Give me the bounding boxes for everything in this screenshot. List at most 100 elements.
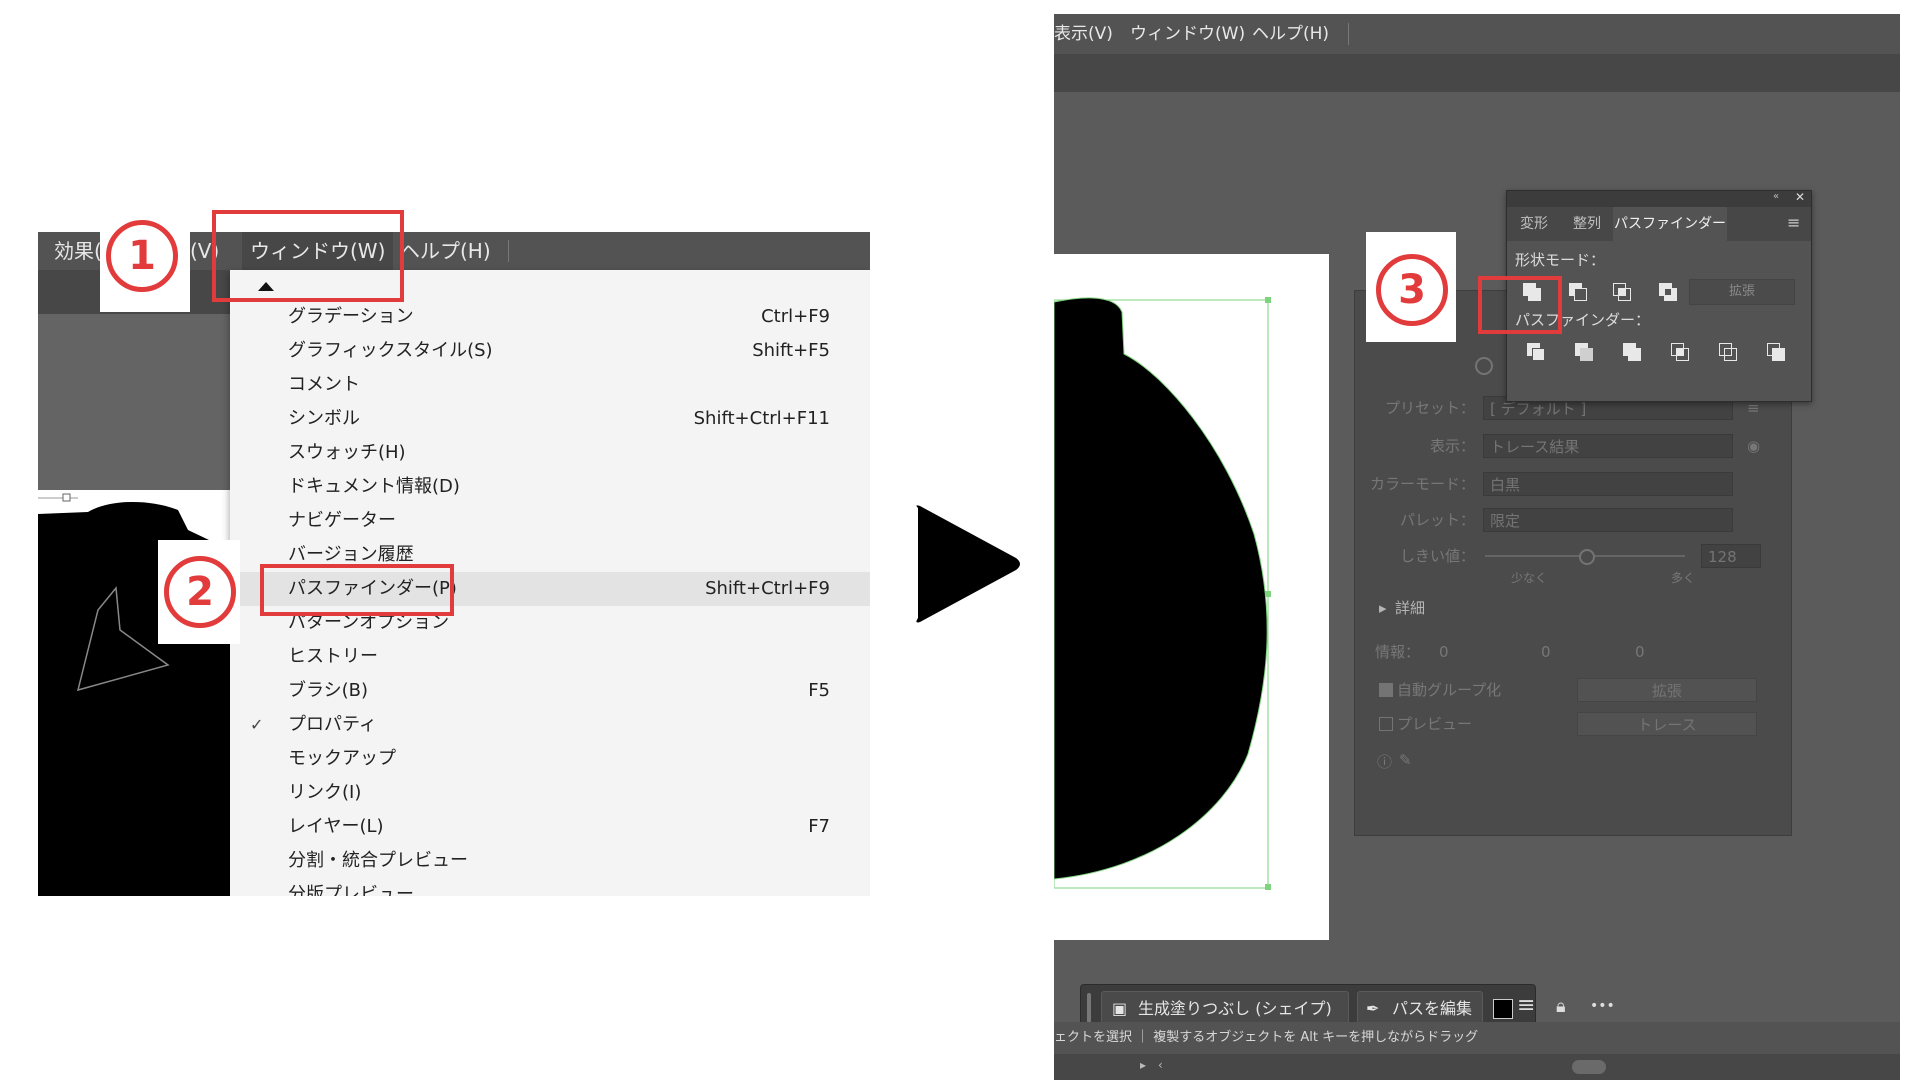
eye-icon[interactable]: ◉ [1747, 431, 1760, 461]
menu-item-label: シンボル [288, 408, 360, 429]
palette-row: パレット： 限定 [1355, 505, 1791, 535]
stroke-menu-icon[interactable]: ≡ [1517, 993, 1535, 1018]
unite-button-highlight-box [1478, 276, 1562, 334]
trace-icon [1475, 357, 1493, 375]
tab-pathfinder[interactable]: パスファインダー [1613, 207, 1727, 241]
panel-titlebar: « ✕ [1507, 190, 1811, 207]
scrollbar-thumb[interactable] [1572, 1060, 1606, 1074]
step-2-badge: 2 [164, 556, 236, 628]
menu-item[interactable]: ✓ プロパティ [230, 708, 870, 742]
collapse-icon[interactable]: « [1773, 191, 1779, 202]
preview-row: プレビュー トレース [1355, 709, 1791, 739]
menu-item[interactable]: スウォッチ(H) [230, 436, 870, 470]
more-options-icon[interactable]: ••• [1590, 998, 1615, 1014]
info-label: 情報： [1375, 643, 1421, 661]
menu-help[interactable]: ヘルプ(H) [400, 232, 491, 270]
threshold-label: しきい値： [1399, 547, 1475, 565]
menu-item[interactable]: 分版プレビュー [230, 878, 870, 896]
exclude-icon[interactable] [1657, 281, 1679, 303]
control-bar [1054, 54, 1900, 92]
trace-expand-button[interactable]: 拡張 [1577, 678, 1757, 702]
menu-item[interactable]: グラデーション Ctrl+F9 [230, 300, 870, 334]
menu-help[interactable]: ヘルプ(H) [1252, 14, 1329, 54]
menu-item[interactable]: ブラシ(B) F5 [230, 674, 870, 708]
menu-item[interactable]: リンク(I) [230, 776, 870, 810]
auto-group-checkbox[interactable] [1379, 683, 1393, 697]
generative-fill-button[interactable]: ▣ 生成塗りつぶし (シェイプ) [1101, 991, 1349, 1025]
preset-label: プリセット： [1384, 399, 1475, 417]
checkmark-icon: ✓ [250, 715, 264, 734]
menu-item[interactable]: モックアップ [230, 742, 870, 776]
menu-item-shortcut: F5 [808, 680, 830, 701]
palette-select[interactable]: 限定 [1483, 508, 1733, 532]
menu-item[interactable]: グラフィックスタイル(S) Shift+F5 [230, 334, 870, 368]
trace-button[interactable]: トレース [1577, 712, 1757, 736]
merge-icon[interactable] [1621, 341, 1643, 363]
edit-path-button[interactable]: ✒ パスを編集 [1357, 991, 1483, 1025]
preview-checkbox[interactable] [1379, 717, 1393, 731]
step-3-badge: 3 [1376, 254, 1448, 326]
disclosure-triangle-icon[interactable]: ▸ [1379, 593, 1387, 623]
next-step-arrow-icon [916, 505, 1020, 623]
menu-item-label: モックアップ [288, 748, 396, 769]
details-row[interactable]: ▸ 詳細 [1355, 593, 1791, 623]
drag-handle[interactable] [1087, 993, 1091, 1023]
merged-silhouette [1054, 297, 1271, 890]
threshold-slider-thumb[interactable] [1579, 549, 1595, 565]
paths-count: 0 [1439, 643, 1449, 661]
color-mode-select[interactable]: 白黒 [1483, 472, 1733, 496]
panel-menu-icon[interactable]: ≡ [1787, 213, 1800, 232]
tab-align[interactable]: 整列 [1561, 207, 1613, 241]
crop-icon[interactable] [1669, 341, 1691, 363]
intersect-icon[interactable] [1611, 281, 1633, 303]
menu-bar: 表示(V) ウィンドウ(W) ヘルプ(H) [1054, 14, 1900, 54]
threshold-row: しきい値： 128 [1355, 541, 1791, 571]
step-1-badge: 1 [106, 220, 178, 292]
view-select[interactable]: トレース結果 [1483, 434, 1733, 458]
status-bar: ェクトを選択 ｜ 複製するオブジェクトを Alt キーを押しながらドラッグ [1054, 1022, 1900, 1054]
menu-effect[interactable]: 効果( [54, 232, 102, 270]
lock-icon[interactable]: 🔒︎ [1556, 996, 1566, 1017]
menu-item[interactable]: レイヤー(L) F7 [230, 810, 870, 844]
trim-icon[interactable] [1573, 341, 1595, 363]
menu-item-shortcut: Shift+Ctrl+F9 [705, 578, 830, 599]
play-icon[interactable]: ▸ [1140, 1058, 1146, 1072]
view-row: 表示： トレース結果 ◉ [1355, 431, 1791, 461]
status-text: ェクトを選択 ｜ 複製するオブジェクトを Alt キーを押しながらドラッグ [1054, 1030, 1479, 1045]
chevron-left-icon[interactable]: ‹ [1158, 1058, 1163, 1072]
menu-item[interactable]: ヒストリー [230, 640, 870, 674]
menu-item-label: 分割・統合プレビュー [288, 850, 468, 871]
menu-window[interactable]: ウィンドウ(W) [1130, 14, 1245, 54]
minus-back-icon[interactable] [1765, 341, 1787, 363]
auto-group-row: 自動グループ化 拡張 [1355, 675, 1791, 705]
menu-item[interactable]: ナビゲーター [230, 504, 870, 538]
menu-item-label: レイヤー(L) [288, 816, 384, 837]
outline-icon[interactable] [1717, 341, 1739, 363]
info-row: 情報： 0 0 0 [1355, 637, 1791, 667]
menu-item[interactable]: ドキュメント情報(D) [230, 470, 870, 504]
panel-tabs: 変形 整列 パスファインダー ≡ [1507, 207, 1811, 241]
threshold-less-label: 少なく [1511, 571, 1548, 585]
color-mode-label: カラーモード： [1369, 475, 1475, 493]
menu-item[interactable]: シンボル Shift+Ctrl+F11 [230, 402, 870, 436]
expand-button[interactable]: 拡張 [1689, 279, 1795, 305]
threshold-input[interactable]: 128 [1701, 544, 1761, 568]
minus-front-icon[interactable] [1567, 281, 1589, 303]
workspace-area [38, 314, 230, 490]
fill-swatch[interactable] [1493, 999, 1513, 1019]
menu-item-shortcut: Shift+F5 [752, 340, 830, 361]
menu-view[interactable]: 表示(V) [1054, 14, 1113, 54]
divide-icon[interactable] [1525, 341, 1547, 363]
info-icon[interactable]: ⓘ [1377, 751, 1392, 772]
menu-item-label: プロパティ [288, 714, 377, 735]
preview-label: プレビュー [1397, 715, 1473, 733]
comment-icon[interactable]: ✎ [1399, 751, 1412, 769]
generative-fill-label: 生成塗りつぶし (シェイプ) [1138, 999, 1332, 1018]
menu-item[interactable]: コメント [230, 368, 870, 402]
menu-item-shortcut: F7 [808, 816, 830, 837]
menu-item-label: グラデーション [288, 306, 414, 327]
tab-transform[interactable]: 変形 [1507, 207, 1561, 241]
menu-item[interactable]: 分割・統合プレビュー [230, 844, 870, 878]
menu-item-label: ブラシ(B) [288, 680, 369, 701]
close-icon[interactable]: ✕ [1795, 190, 1805, 204]
